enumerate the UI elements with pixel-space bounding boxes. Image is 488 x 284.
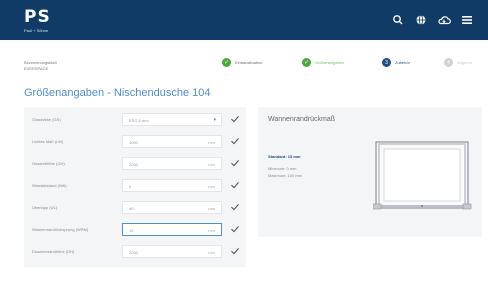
form-row-glasstaerke: Glasstärke (GS) ESG 8 mm ▾ — [24, 112, 246, 128]
field-value: 15 — [129, 228, 134, 233]
field-unit: mm — [208, 184, 215, 189]
chevron-down-icon: ▾ — [213, 117, 216, 123]
field-unit: mm — [208, 250, 215, 255]
check-icon — [231, 248, 239, 255]
glasstaerke-select[interactable]: ESG 8 mm ▾ — [122, 113, 222, 126]
wandabstand-input[interactable]: 0 mm — [122, 179, 222, 192]
step-label: Angebot — [457, 60, 472, 65]
step-label: Größenangaben — [315, 60, 345, 65]
form-row-duschenrandhoehe: Duschenrandhöhe (DH) 2000 mm — [24, 244, 246, 260]
step-done-icon: ✓ — [222, 58, 231, 67]
field-value: 40 — [129, 206, 134, 211]
duschenrandhoehe-input[interactable]: 2000 mm — [122, 245, 222, 258]
field-label: Wannenrandrücksprung (WRM) — [32, 227, 89, 232]
info-title: Wannenrandrückmaß — [268, 116, 336, 123]
top-bar: PS Paul + Söhne — [0, 0, 488, 40]
form-row-lichtes-mass: Lichtes Maß (LM) 1000 mm — [24, 134, 246, 150]
wannenrand-input[interactable]: 15 mm — [122, 223, 222, 236]
lichtes-mass-input[interactable]: 1000 mm — [122, 135, 222, 148]
logo-text: PS — [24, 7, 51, 27]
info-standard: Standard: 15 mm — [268, 154, 301, 159]
page-title: Größenangaben - Nischendusche 104 — [24, 87, 211, 99]
form-row-ueberlapp: Überlapp (ÜL) 40 mm — [24, 200, 246, 216]
field-unit: mm — [208, 140, 215, 145]
field-unit: mm — [208, 206, 215, 211]
field-value: 2000 — [129, 250, 138, 255]
form-row-wandabstand: Wandabstand (WA) 0 mm — [24, 178, 246, 194]
field-label: Duschenrandhöhe (DH) — [32, 249, 75, 254]
logo[interactable]: PS Paul + Söhne — [24, 7, 51, 34]
check-icon — [231, 204, 239, 211]
field-label: Überlapp (ÜL) — [32, 205, 58, 210]
field-value: 0 — [129, 184, 132, 189]
field-label: Gesamthöhe (GH) — [32, 161, 65, 166]
dimensions-form: Glasstärke (GS) ESG 8 mm ▾ Lichtes Maß (… — [24, 107, 246, 267]
field-value: 1000 — [129, 140, 138, 145]
globe-icon[interactable] — [414, 13, 428, 27]
search-icon[interactable] — [391, 13, 405, 27]
gesamthoehe-input[interactable]: 2000 mm — [122, 157, 222, 170]
step-done-icon: ✓ — [302, 58, 311, 67]
check-icon — [231, 226, 239, 233]
step-label: Einbausituation — [235, 60, 263, 65]
field-label: Lichtes Maß (LM) — [32, 139, 64, 144]
step-angebot[interactable]: 4 Angebot — [444, 58, 472, 67]
field-unit: mm — [208, 228, 215, 233]
step-einbausituation[interactable]: ✓ Einbausituation — [222, 58, 262, 67]
form-row-wannenrand: Wannenrandrücksprung (WRM) 15 mm — [24, 222, 246, 238]
info-maximum: Maximum: 100 mm — [268, 173, 303, 178]
field-value: 2000 — [129, 162, 138, 167]
menu-icon[interactable] — [460, 13, 474, 27]
check-icon — [231, 182, 239, 189]
progress-steps: ✓ Einbausituation ✓ Größenangaben 3 Zube… — [222, 58, 484, 72]
field-unit: mm — [208, 162, 215, 167]
top-icon-group — [391, 13, 474, 27]
ueberlapp-input[interactable]: 40 mm — [122, 201, 222, 214]
step-label: Zubehör — [395, 60, 410, 65]
shower-illustration — [373, 141, 472, 210]
step-groessenangaben[interactable]: ✓ Größenangaben — [302, 58, 344, 67]
breadcrumb-value: EVERSPACE — [24, 66, 49, 71]
field-label: Glasstärke (GS) — [32, 117, 61, 122]
check-icon — [231, 116, 239, 123]
field-value: ESG 8 mm — [129, 118, 149, 123]
info-panel: Wannenrandrückmaß Standard: 15 mm Minimu… — [258, 107, 482, 237]
breadcrumb: Bezeichnungsblatt EVERSPACE — [24, 60, 57, 72]
logo-subtitle: Paul + Söhne — [24, 28, 49, 33]
check-icon — [231, 138, 239, 145]
cloud-icon[interactable] — [437, 13, 451, 27]
check-icon — [231, 160, 239, 167]
form-row-gesamthoehe: Gesamthöhe (GH) 2000 mm — [24, 156, 246, 172]
step-zubehoer[interactable]: 3 Zubehör — [382, 58, 410, 67]
step-number-icon: 4 — [444, 58, 453, 67]
info-minimum: Minimum: 0 mm — [268, 166, 297, 171]
field-label: Wandabstand (WA) — [32, 183, 67, 188]
step-number-icon: 3 — [382, 58, 391, 67]
